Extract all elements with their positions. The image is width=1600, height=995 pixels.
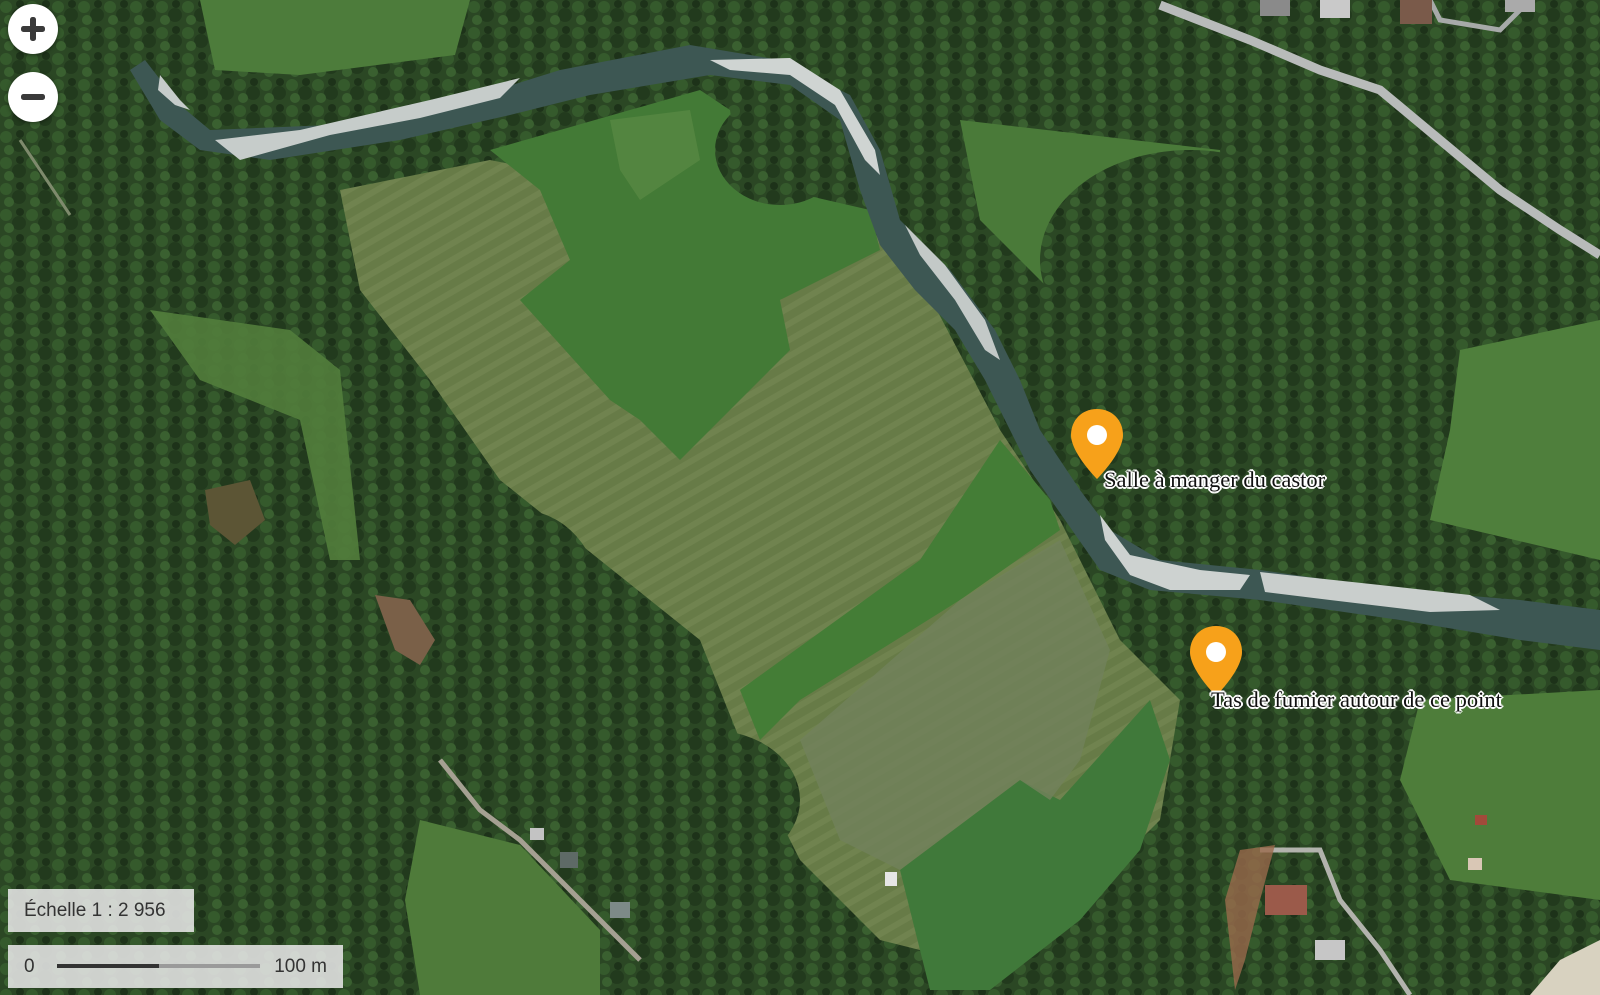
marker-label: Salle à manger du castor [1104, 467, 1326, 492]
building [1260, 0, 1290, 16]
building [1468, 858, 1482, 870]
building [1315, 940, 1345, 960]
minus-icon [21, 94, 45, 100]
scale-line [57, 964, 260, 968]
scale-ratio: Échelle 1 : 2 956 [8, 889, 194, 932]
tree-cluster [1040, 150, 1340, 370]
tree-cluster [620, 730, 800, 870]
building [530, 828, 544, 840]
building [1320, 0, 1350, 18]
building [1475, 815, 1487, 825]
scale-zero-label: 0 [24, 956, 35, 977]
building [1505, 0, 1535, 12]
building [1265, 885, 1307, 915]
building [560, 852, 578, 868]
zoom-out-button[interactable] [8, 72, 58, 122]
building [885, 872, 897, 886]
tree-cluster [440, 510, 600, 690]
scale-distance-label: 100 m [274, 956, 327, 977]
marker-label: Tas de fumier autour de ce point [1211, 687, 1502, 712]
scale-bar: 0 100 m [8, 945, 343, 988]
tree-cluster [715, 95, 845, 205]
aerial-map[interactable] [0, 0, 1600, 995]
plus-icon [21, 17, 45, 41]
building [610, 902, 630, 918]
zoom-in-button[interactable] [8, 4, 58, 54]
building [1400, 0, 1432, 24]
